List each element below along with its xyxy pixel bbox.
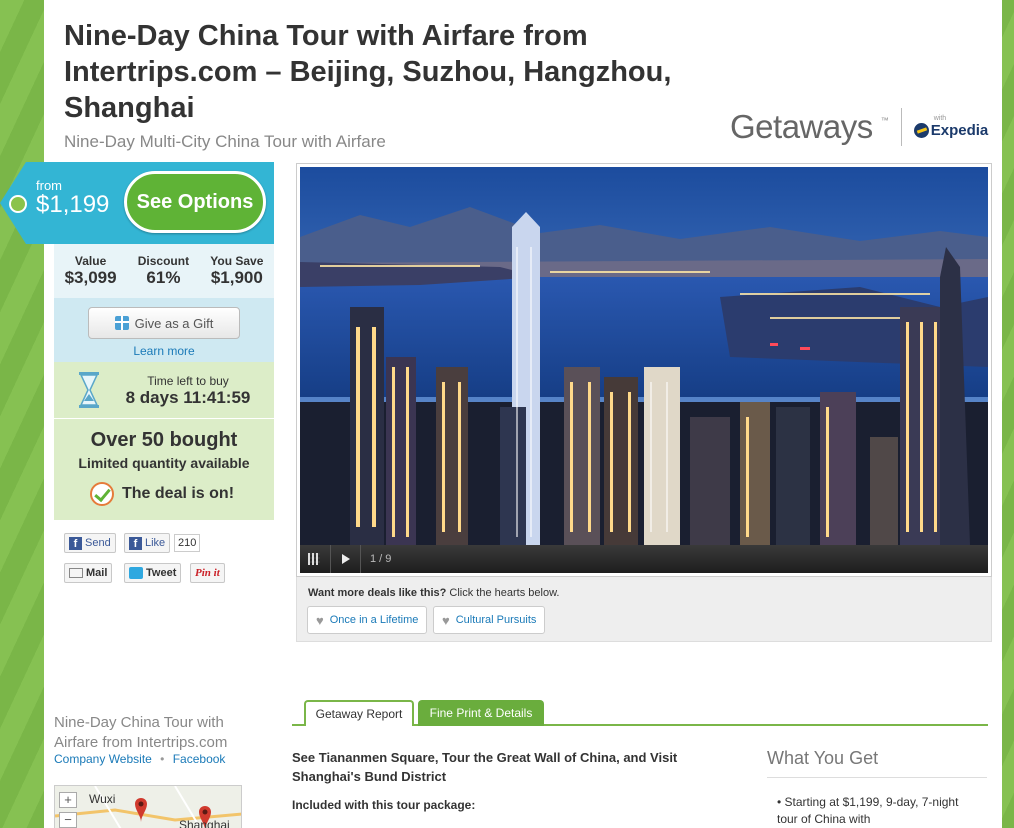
expedia-globe-icon <box>913 123 929 138</box>
company-website-link[interactable]: Company Website <box>54 752 152 766</box>
deal-status: The deal is on! <box>90 482 234 506</box>
facebook-like-button[interactable]: f Like <box>124 533 171 553</box>
map-label-shanghai: Shanghai <box>179 818 230 828</box>
like-count: 210 <box>174 534 201 552</box>
facebook-link[interactable]: Facebook <box>173 752 226 766</box>
stat-number: $1,900 <box>210 268 263 287</box>
tag-label: Once in a Lifetime <box>329 614 419 626</box>
what-you-get-heading: What You Get <box>767 748 987 778</box>
preferences-instruction: Click the hearts below. <box>449 587 560 599</box>
twitter-icon <box>129 567 143 579</box>
report-headline: See Tiananmen Square, Tour the Great Wal… <box>292 750 678 784</box>
stat-label: Value <box>74 254 107 268</box>
tweet-label: Tweet <box>146 567 177 579</box>
tag-cultural-pursuits-button[interactable]: ♥ Cultural Pursuits <box>433 606 546 634</box>
time-left-value: 8 days 11:41:59 <box>125 388 251 407</box>
stat-you-save: You Save $1,900 <box>210 254 263 298</box>
tag-label: Cultural Pursuits <box>455 614 537 626</box>
gallery-controls: 1 / 9 <box>300 545 988 573</box>
control-divider <box>330 545 331 573</box>
merchant-map[interactable]: + − Wuxi Shanghai <box>54 785 242 828</box>
deal-stats: Value $3,099 Discount 61% You Save $1,90… <box>54 244 274 298</box>
give-as-gift-button[interactable]: Give as a Gift <box>88 307 240 339</box>
what-you-get-text: Starting at $1,199, 9-day, 7-night tour … <box>777 795 959 826</box>
map-label-wuxi: Wuxi <box>89 792 116 806</box>
price-amount: $1,199 <box>36 191 110 218</box>
stat-label: You Save <box>210 254 264 268</box>
preferences-panel: Want more deals like this? Click the hea… <box>296 577 992 642</box>
send-label: Send <box>85 537 111 549</box>
control-divider <box>360 545 361 573</box>
tab-getaway-report[interactable]: Getaway Report <box>304 700 414 726</box>
deal-subtitle: Nine-Day Multi-City China Tour with Airf… <box>64 132 386 151</box>
logo-divider <box>900 108 902 146</box>
see-options-button[interactable]: See Options <box>124 171 266 233</box>
mail-label: Mail <box>86 567 108 579</box>
gift-panel: Give as a Gift Learn more <box>54 298 274 362</box>
expedia-logo: with Expedia <box>913 115 989 139</box>
merchant-links: Company Website • Facebook <box>54 752 225 766</box>
learn-more-link[interactable]: Learn more <box>54 344 274 358</box>
tab-fine-print[interactable]: Fine Print & Details <box>418 700 544 726</box>
stat-number: $3,099 <box>64 268 117 287</box>
play-icon[interactable] <box>342 554 350 564</box>
give-as-gift-label: Give as a Gift <box>134 315 214 331</box>
time-left-panel: Time left to buy 8 days 11:41:59 <box>54 362 274 418</box>
deal-photo-gallery: 1 / 9 <box>296 163 992 577</box>
limited-quantity-text: Limited quantity available <box>78 455 250 471</box>
trademark-mark: ™ <box>880 116 889 125</box>
merchant-name: Nine-Day China Tour with Airfare from In… <box>54 714 228 751</box>
stat-label: Discount <box>137 254 190 268</box>
gallery-counter: 1 / 9 <box>370 553 392 565</box>
heart-icon: ♥ <box>442 612 450 628</box>
mail-icon <box>69 568 83 578</box>
included-heading: Included with this tour package: <box>292 798 476 812</box>
with-label: with <box>933 115 947 122</box>
getaways-wordmark: Getaways <box>730 108 873 145</box>
checkmark-icon <box>90 482 114 506</box>
what-you-get-item: • Starting at $1,199, 9-day, 7-night tou… <box>777 795 959 826</box>
map-zoom-in-button[interactable]: + <box>59 792 77 808</box>
stat-discount: Discount 61% <box>138 254 189 298</box>
getaways-expedia-logo: Getaways ™ with Expedia <box>730 108 988 146</box>
bought-count: Over 50 bought <box>90 429 238 451</box>
pin-it-label: Pin it <box>195 567 220 579</box>
like-label: Like <box>145 537 166 549</box>
tag-once-in-a-lifetime-button[interactable]: ♥ Once in a Lifetime <box>307 606 428 634</box>
map-zoom-out-button[interactable]: − <box>59 812 77 828</box>
deal-status-text: The deal is on! <box>122 485 235 502</box>
pinterest-button[interactable]: Pin it <box>190 563 225 583</box>
deal-title: Nine-Day China Tour with Airfare from In… <box>64 20 672 124</box>
facebook-icon: f <box>69 536 82 550</box>
preferences-prompt: Want more deals like this? Click the hea… <box>308 587 559 599</box>
bought-panel: Over 50 bought Limited quantity availabl… <box>54 418 274 520</box>
link-separator: • <box>160 752 165 766</box>
grid-view-icon[interactable] <box>308 553 320 565</box>
stat-value: Value $3,099 <box>65 254 117 298</box>
tweet-button[interactable]: Tweet <box>124 563 182 583</box>
preferences-question: Want more deals like this? <box>308 587 447 599</box>
gift-icon <box>114 316 129 330</box>
hong-kong-skyline-photo[interactable] <box>300 167 988 545</box>
facebook-icon: f <box>129 536 142 550</box>
tag-hole-icon <box>9 195 27 213</box>
time-left-label: Time left to buy <box>147 374 229 388</box>
heart-icon: ♥ <box>316 612 324 628</box>
expedia-wordmark: Expedia <box>930 122 989 139</box>
facebook-send-button[interactable]: f Send <box>64 533 116 553</box>
hourglass-icon <box>79 372 99 408</box>
stat-number: 61% <box>146 268 181 287</box>
mail-button[interactable]: Mail <box>64 563 113 583</box>
